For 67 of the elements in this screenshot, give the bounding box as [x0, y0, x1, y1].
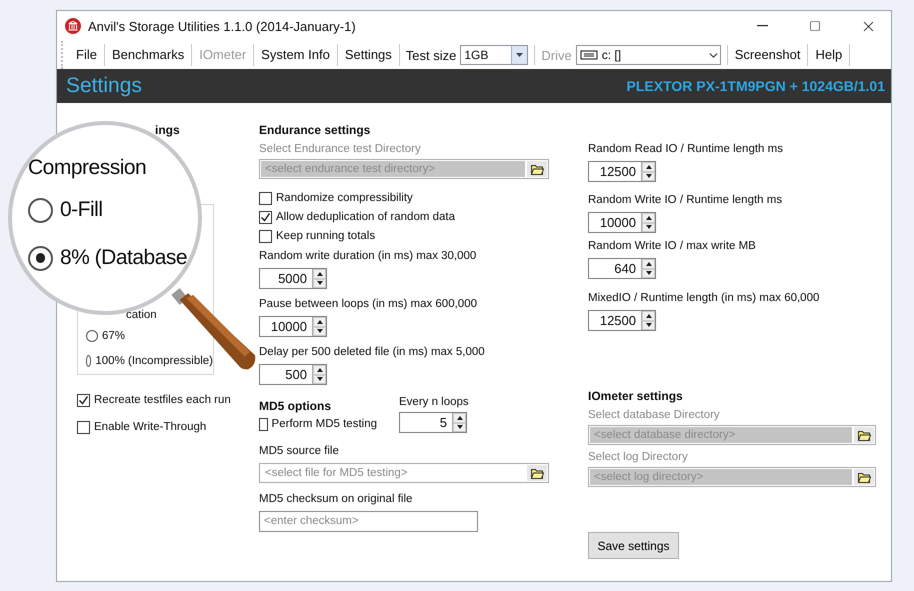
page-title: Settings	[66, 74, 142, 98]
field-label: MixedIO / Runtime length (in ms) max 60,000	[588, 291, 820, 305]
menu-item[interactable]: Benchmarks	[104, 44, 192, 66]
radio-button[interactable]	[86, 355, 92, 367]
field-label: Random Write IO / Runtime length ms	[588, 193, 784, 207]
number-spinner[interactable]: 10000	[588, 212, 656, 233]
number-spinner[interactable]: 500	[259, 364, 327, 385]
menu-item[interactable]: Screenshot	[728, 44, 808, 66]
minimize-icon	[756, 25, 768, 27]
magnified-radio-label: 0-Fill	[60, 197, 102, 223]
magnified-heading: Compression	[28, 155, 146, 181]
number-spinner[interactable]: 10000	[259, 316, 327, 337]
maximize-icon	[809, 20, 821, 32]
field-label: Every n loops	[399, 395, 469, 409]
section-heading: ings	[155, 123, 181, 137]
number-spinner[interactable]: 5000	[259, 268, 327, 289]
section-heading: MD5 options	[259, 399, 332, 413]
number-spinner[interactable]: 12500	[588, 161, 656, 182]
checkbox[interactable]	[259, 230, 272, 242]
field-label: Random Read IO / Runtime length ms	[588, 142, 784, 156]
field-label: MD5 source file	[259, 444, 340, 458]
folder-icon	[530, 468, 544, 478]
menu-item[interactable]: Help	[808, 44, 850, 66]
checkbox-label: Perform MD5 testing	[272, 417, 377, 431]
checkbox[interactable]	[259, 192, 272, 204]
menu-item[interactable]: File	[69, 44, 105, 66]
anvil-logo-icon	[65, 18, 81, 34]
field-label: Select Endurance test Directory	[259, 142, 422, 156]
checkbox[interactable]	[259, 418, 268, 430]
field-label: MD5 checksum on original file	[259, 492, 414, 506]
radio-label: 67%	[102, 329, 126, 343]
checkbox[interactable]	[77, 420, 90, 434]
checkbox-label: Recreate testfiles each run	[94, 393, 231, 407]
checkbox-label: Keep running totals	[276, 229, 376, 243]
field-label: Delay per 500 deleted file (in ms) max 5,000	[259, 345, 486, 359]
device-name: PLEXTOR PX-1TM9PGN + 1024GB/1.01	[626, 78, 885, 94]
size-dropdown[interactable]: 1GB	[460, 45, 528, 65]
field-label: Random write duration (in ms) max 30,000	[259, 249, 478, 263]
number-spinner[interactable]: 12500	[588, 310, 656, 331]
section-heading: IOmeter settings	[588, 389, 684, 403]
menu-label: Test size	[404, 48, 456, 62]
radio-label: cation	[126, 308, 157, 322]
field-label: Random Write IO / max write MB	[588, 239, 757, 253]
checkbox-label: Allow deduplication of random data	[276, 210, 456, 224]
section-heading: Endurance settings	[259, 123, 372, 137]
drive-icon	[580, 50, 598, 60]
menu-label: Drive	[540, 48, 572, 62]
window-title: Anvil's Storage Utilities 1.1.0 (2014-January-1)	[88, 18, 357, 34]
menu-item[interactable]: System Info	[254, 44, 338, 66]
folder-icon	[858, 430, 870, 440]
menu-item[interactable]: Settings	[338, 44, 400, 66]
checkbox[interactable]	[259, 210, 272, 224]
field-label: Select database Directory	[588, 408, 721, 422]
checkbox-label: Randomize compressibility	[276, 191, 413, 205]
folder-icon	[858, 472, 870, 482]
magnified-radio-label: 8% (Database	[60, 245, 188, 271]
save-settings-button[interactable]: Save settings	[588, 532, 679, 559]
checkbox-label: Enable Write-Through	[94, 420, 206, 434]
number-spinner[interactable]: 5	[399, 412, 467, 433]
radio-button[interactable]	[86, 330, 98, 342]
dropdown-arrow-icon	[516, 53, 524, 57]
checkbox[interactable]	[77, 394, 90, 406]
number-spinner[interactable]: 640	[588, 258, 656, 279]
radio-label: 100% (Incompressible)	[95, 354, 213, 368]
field-label: Select log Directory	[588, 450, 689, 464]
folder-icon	[530, 164, 544, 174]
field-label: Pause between loops (in ms) max 600,000	[259, 297, 478, 311]
